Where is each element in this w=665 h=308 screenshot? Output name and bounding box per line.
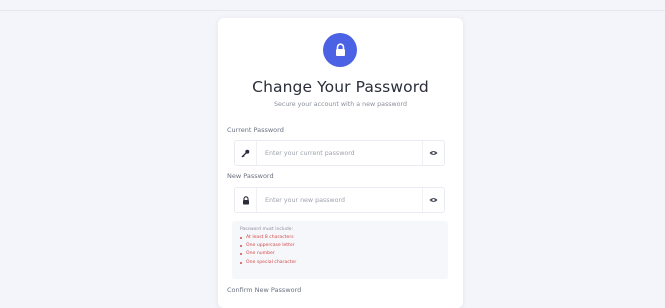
page-subtitle: Secure your account with a new password <box>273 101 408 108</box>
eye-icon[interactable] <box>422 188 444 212</box>
header-divider <box>0 10 665 11</box>
requirement-item: One special character <box>240 259 448 267</box>
requirement-item: At least 8 characters <box>240 234 448 242</box>
current-password-input[interactable] <box>257 141 422 165</box>
eye-icon[interactable] <box>422 141 444 165</box>
current-password-field <box>234 140 445 166</box>
page-title: Change Your Password <box>252 78 429 96</box>
lock-icon <box>335 43 345 56</box>
password-requirements: Password must include: At least 8 charac… <box>232 221 448 279</box>
key-icon <box>235 141 257 165</box>
requirements-heading: Password must include: <box>240 227 294 232</box>
requirement-item: One number <box>240 250 448 258</box>
change-password-card: Change Your Password Secure your account… <box>218 18 463 308</box>
new-password-label: New Password <box>227 172 274 180</box>
lock-icon <box>235 188 257 212</box>
new-password-input[interactable] <box>257 188 422 212</box>
new-password-field <box>234 187 445 213</box>
confirm-password-label: Confirm New Password <box>227 286 302 294</box>
current-password-label: Current Password <box>227 126 284 134</box>
lock-badge <box>323 33 357 67</box>
requirement-item: One uppercase letter <box>240 242 448 250</box>
